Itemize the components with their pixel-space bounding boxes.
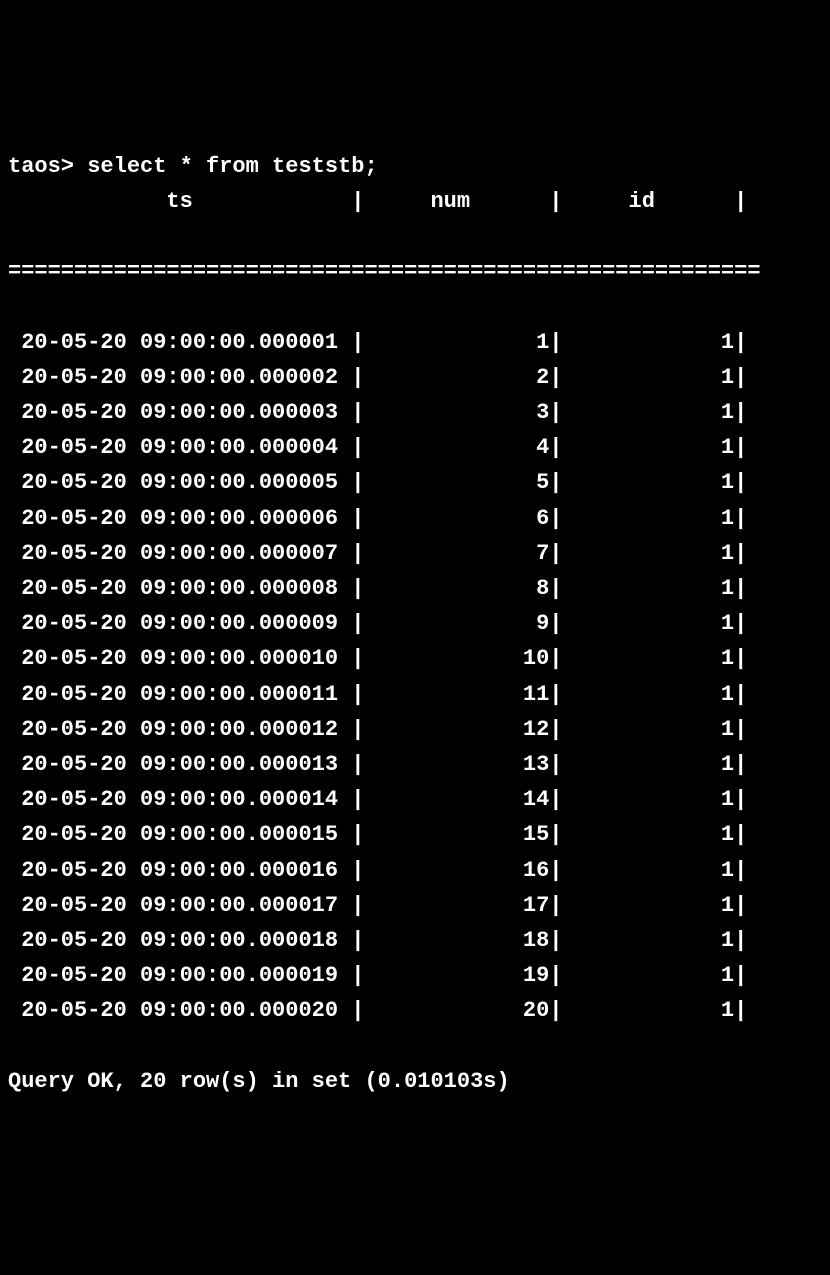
header-divider: ========================================… — [8, 254, 822, 289]
status-line: Query OK, 20 row(s) in set (0.010103s) — [8, 1064, 822, 1099]
column-header: ts | num | id | — [8, 184, 822, 219]
prompt-line[interactable]: taos> select * from teststb; — [8, 154, 378, 179]
result-rows: 20-05-20 09:00:00.000001 | 1| 1| 20-05-2… — [8, 325, 822, 1029]
